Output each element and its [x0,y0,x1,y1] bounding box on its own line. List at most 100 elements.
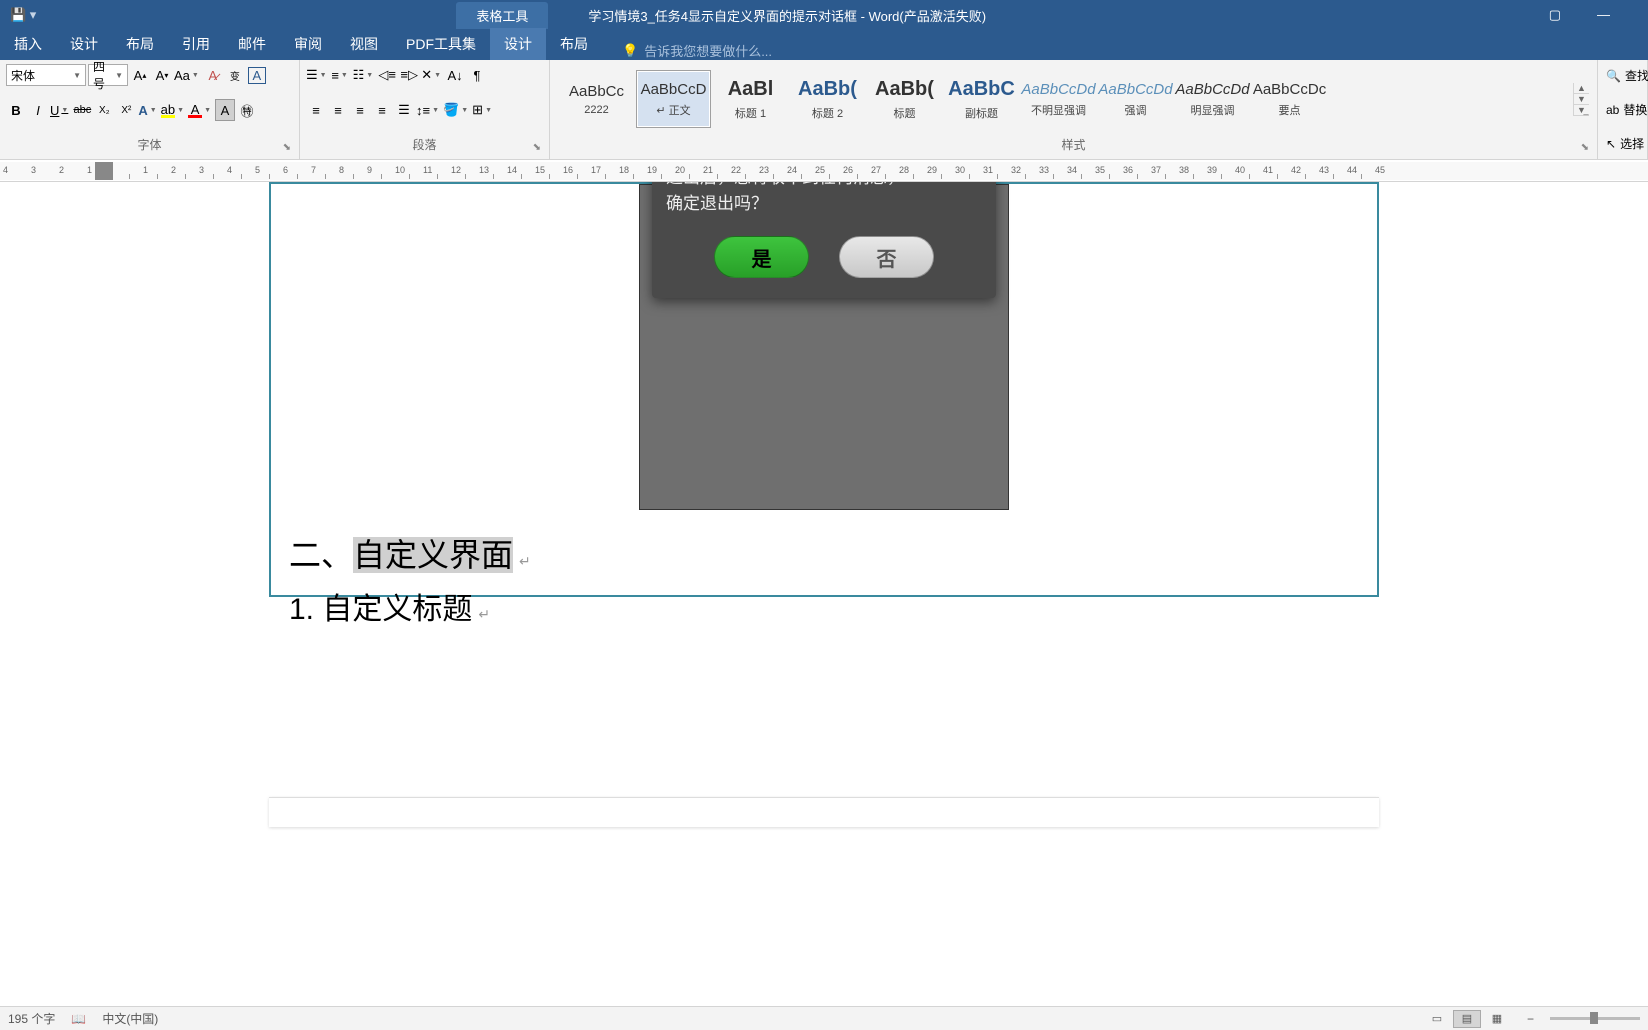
tab-review[interactable]: 审阅 [280,28,336,60]
select-button[interactable]: ↖选择 [1604,132,1641,155]
tell-me-search[interactable]: 💡 告诉我您想要做什么... [622,41,772,60]
bold-button[interactable]: B [6,99,26,121]
style-item-强调[interactable]: AaBbCcDd强调 [1098,70,1173,128]
tab-table-layout[interactable]: 布局 [546,28,602,60]
font-name-value: 宋体 [11,67,35,84]
word-count[interactable]: 195 个字 [8,1010,55,1027]
style-item-标题 1[interactable]: AaBl标题 1 [713,70,788,128]
zoom-thumb[interactable] [1590,1012,1598,1024]
save-icon[interactable]: 💾 ▾ [10,7,36,23]
ruler-tick: 43 [1319,165,1329,175]
decrease-indent-button[interactable]: ◁≡ [377,64,397,86]
borders-button[interactable]: ⊞▼ [472,99,494,121]
ruler-tick: 1 [87,165,92,175]
style-item-标题 2[interactable]: AaBb(标题 2 [790,70,865,128]
increase-indent-button[interactable]: ≡▷ [399,64,419,86]
embedded-image[interactable]: 退出后，您将收不到任何消息， 确定退出吗？ 是 否 [639,184,1009,510]
style-item-要点[interactable]: AaBbCcDc要点 [1252,70,1327,128]
style-item-2222[interactable]: AaBbCc2222 [559,70,634,128]
font-color-button[interactable]: A▼ [188,99,213,121]
font-size-dropdown[interactable]: 四号▼ [88,64,128,86]
justify-button[interactable]: ≡ [372,99,392,121]
tab-view[interactable]: 视图 [336,28,392,60]
zoom-out-button[interactable]: − [1527,1012,1534,1026]
clear-formatting-button[interactable]: A̷ [203,64,223,86]
character-border-button[interactable]: A [247,64,267,86]
font-name-dropdown[interactable]: 宋体▼ [6,64,86,86]
subheading-text[interactable]: 1. 自定义标题↵ [289,584,1359,628]
zoom-slider[interactable] [1550,1017,1640,1020]
web-layout-button[interactable]: ▦ [1483,1010,1511,1028]
tab-references[interactable]: 引用 [168,28,224,60]
underline-button[interactable]: U▼ [50,99,70,121]
tab-insert[interactable]: 插入 [0,28,56,60]
ruler-tick: 2 [59,165,64,175]
highlight-button[interactable]: ab▼ [161,99,186,121]
subscript-button[interactable]: X₂ [94,99,114,121]
line-spacing-button[interactable]: ↕≡▼ [416,99,441,121]
find-button[interactable]: 🔍查找 [1604,64,1641,87]
align-left-button[interactable]: ≡ [306,99,326,121]
asian-layout-button[interactable]: ✕▼ [421,64,443,86]
distributed-button[interactable]: ☰ [394,99,414,121]
show-marks-button[interactable]: ¶ [467,64,487,86]
horizontal-ruler[interactable]: 4321123456789101112131415161718192021222… [0,160,1648,182]
tab-layout[interactable]: 布局 [112,28,168,60]
strikethrough-button[interactable]: abc [72,99,92,121]
heading-text[interactable]: 二、自定义界面↵ [289,530,1359,576]
dialog-yes-button-mock: 是 [714,236,809,278]
styles-expand-button[interactable]: ▼̲ [1574,105,1589,116]
bullets-button[interactable]: ☰▼ [306,64,329,86]
style-preview: AaBl [728,78,774,101]
sort-button[interactable]: A↓ [445,64,465,86]
text-effects-button[interactable]: A▼ [138,99,158,121]
read-mode-button[interactable]: ▭ [1423,1010,1451,1028]
tab-pdf-tools[interactable]: PDF工具集 [392,28,490,60]
document-page: 退出后，您将收不到任何消息， 确定退出吗？ 是 否 二、自定义界面↵ 1. 自定… [269,182,1379,597]
ruler-tick: 19 [647,165,657,175]
shrink-font-button[interactable]: A▾ [152,64,172,86]
document-title: 学习情境3_任务4显示自定义界面的提示对话框 - Word(产品激活失败) [588,6,986,25]
style-item-不明显强调[interactable]: AaBbCcDd不明显强调 [1021,70,1096,128]
spell-check-icon[interactable]: 📖 [71,1012,86,1026]
language-status[interactable]: 中文(中国) [102,1010,158,1027]
ruler-tick: 5 [255,165,260,175]
styles-scroll-up[interactable]: ▲ [1574,83,1589,94]
style-item-↵ 正文[interactable]: AaBbCcD↵ 正文 [636,70,711,128]
table-tools-tab[interactable]: 表格工具 [456,2,548,29]
grow-font-button[interactable]: A▴ [130,64,150,86]
title-bar: 💾 ▾ 表格工具 学习情境3_任务4显示自定义界面的提示对话框 - Word(产… [0,0,1648,30]
multilevel-list-button[interactable]: ☷▼ [353,64,376,86]
replace-button[interactable]: ab替换 [1604,98,1641,121]
status-bar: 195 个字 📖 中文(中国) ▭ ▤ ▦ − [0,1006,1648,1030]
tab-table-design[interactable]: 设计 [490,28,546,60]
shading-button[interactable]: 🪣▼ [443,99,470,121]
tab-mailings[interactable]: 邮件 [224,28,280,60]
styles-scroll-down[interactable]: ▼ [1574,94,1589,105]
phonetic-guide-button[interactable]: 变 [225,64,245,86]
ribbon-options-icon[interactable]: ▢ [1541,5,1569,25]
style-item-标题[interactable]: AaBb(标题 [867,70,942,128]
enclose-characters-button[interactable]: ㊕ [237,99,257,121]
styles-dialog-launcher[interactable]: ⬊ [1581,142,1589,153]
numbering-button[interactable]: ≡▼ [331,64,351,86]
character-shading-button[interactable]: A [215,99,235,121]
chevron-down-icon: ▼ [115,71,123,80]
font-dialog-launcher[interactable]: ⬊ [283,142,291,153]
style-item-明显强调[interactable]: AaBbCcDd明显强调 [1175,70,1250,128]
change-case-button[interactable]: Aa▼ [174,64,201,86]
next-page-top [269,797,1379,827]
ruler-tick: 8 [339,165,344,175]
ruler-tick: 42 [1291,165,1301,175]
align-center-button[interactable]: ≡ [328,99,348,121]
document-area[interactable]: 退出后，您将收不到任何消息， 确定退出吗？ 是 否 二、自定义界面↵ 1. 自定… [0,182,1648,872]
superscript-button[interactable]: X² [116,99,136,121]
style-item-副标题[interactable]: AaBbC副标题 [944,70,1019,128]
tab-design[interactable]: 设计 [56,28,112,60]
print-layout-button[interactable]: ▤ [1453,1010,1481,1028]
paragraph-dialog-launcher[interactable]: ⬊ [533,142,541,153]
ruler-tick: 12 [451,165,461,175]
italic-button[interactable]: I [28,99,48,121]
align-right-button[interactable]: ≡ [350,99,370,121]
minimize-button[interactable]: — [1589,5,1618,25]
